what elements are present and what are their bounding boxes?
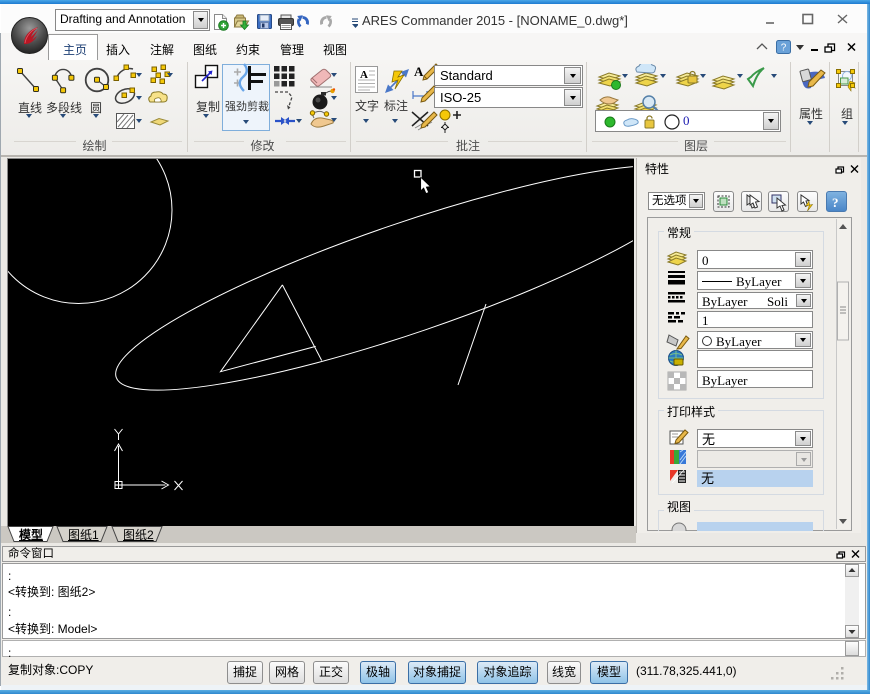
svg-text:?: ?: [832, 195, 839, 210]
svg-text:A: A: [360, 69, 368, 81]
svg-text:A: A: [414, 64, 424, 79]
svg-text:?: ?: [781, 43, 787, 54]
